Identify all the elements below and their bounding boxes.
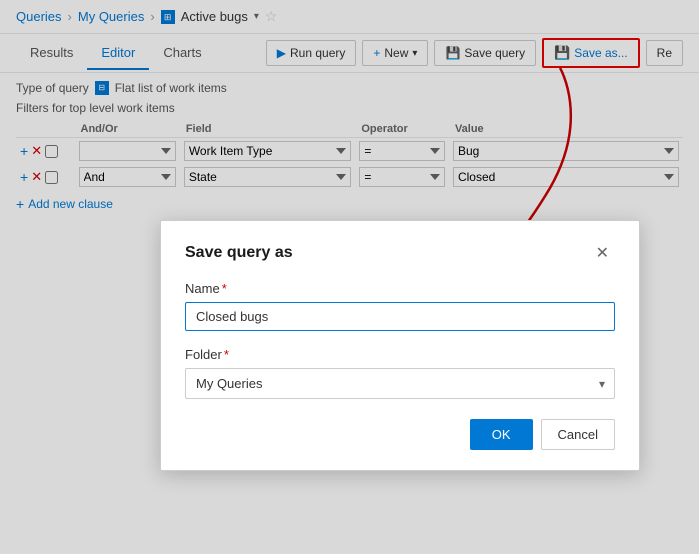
dialog-title: Save query as	[185, 244, 293, 262]
folder-select-wrapper: My Queries Shared Queries ▾	[185, 368, 615, 399]
dialog-footer: OK Cancel	[185, 419, 615, 450]
cancel-button[interactable]: Cancel	[541, 419, 615, 450]
dialog-overlay: Save query as ✕ Name* Folder* My Queries…	[0, 0, 699, 554]
ok-button[interactable]: OK	[470, 419, 533, 450]
folder-label: Folder*	[185, 347, 615, 362]
save-query-dialog: Save query as ✕ Name* Folder* My Queries…	[160, 220, 640, 471]
name-input[interactable]	[185, 302, 615, 331]
folder-form-group: Folder* My Queries Shared Queries ▾	[185, 347, 615, 399]
folder-required: *	[224, 347, 229, 362]
name-label: Name*	[185, 281, 615, 296]
name-form-group: Name*	[185, 281, 615, 331]
folder-select[interactable]: My Queries Shared Queries	[185, 368, 615, 399]
dialog-close-button[interactable]: ✕	[590, 241, 615, 265]
name-required: *	[222, 281, 227, 296]
dialog-header: Save query as ✕	[185, 241, 615, 265]
